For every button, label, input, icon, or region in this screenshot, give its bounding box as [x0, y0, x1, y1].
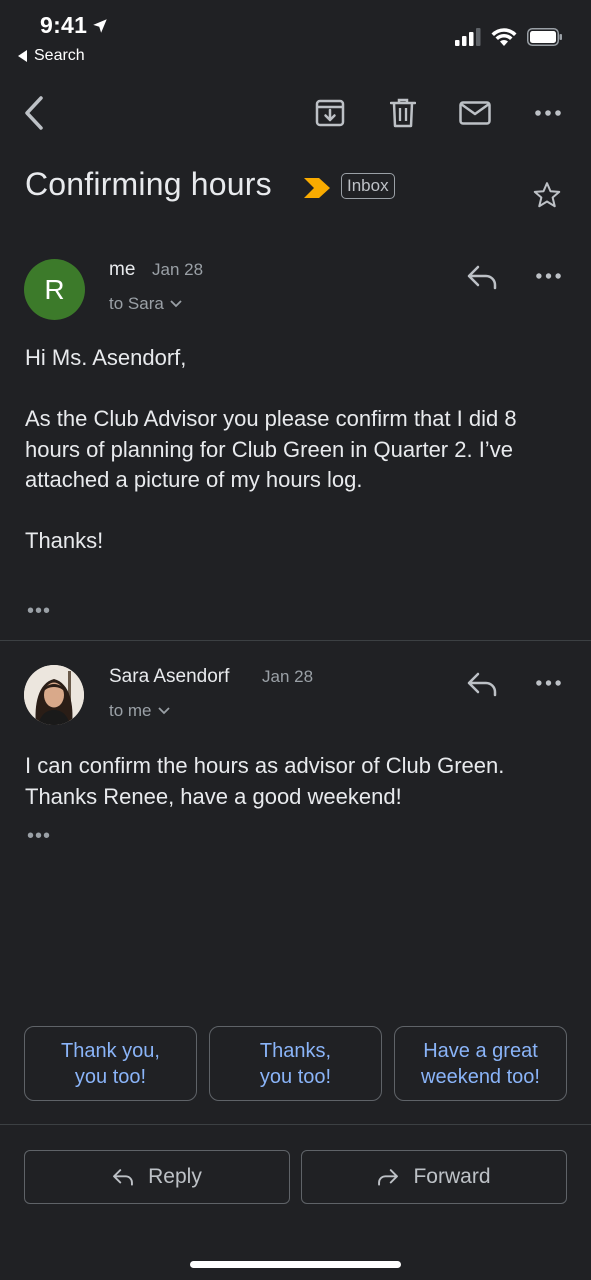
avatar[interactable]: R	[24, 259, 85, 320]
chevron-down-icon	[170, 300, 182, 308]
message-divider	[0, 640, 591, 641]
important-marker-icon[interactable]	[304, 178, 330, 198]
back-triangle-icon	[18, 50, 28, 62]
reply-icon	[112, 1168, 134, 1186]
message-body: I can confirm the hours as advisor of Cl…	[25, 753, 505, 809]
smart-reply-chip[interactable]: Thank you, you too!	[24, 1026, 197, 1101]
trash-icon[interactable]	[385, 95, 421, 131]
archive-icon[interactable]	[312, 95, 348, 131]
sender-name: me	[109, 259, 136, 280]
chevron-down-icon	[157, 707, 170, 715]
back-arrow-icon[interactable]	[16, 95, 52, 131]
more-horizontal-icon[interactable]	[530, 95, 566, 131]
message-date: Jan 28	[262, 667, 314, 686]
status-indicators	[455, 27, 563, 46]
status-bar-time: 9:41	[40, 12, 109, 39]
avatar-letter: R	[44, 273, 65, 305]
star-icon[interactable]	[532, 180, 562, 210]
message-more-icon[interactable]	[536, 680, 561, 686]
recipients-toggle[interactable]: to Sara	[109, 294, 182, 314]
wifi-icon	[491, 27, 517, 46]
email-subject: Confirming hours	[25, 166, 272, 202]
location-arrow-icon	[91, 17, 109, 35]
home-indicator[interactable]	[190, 1261, 401, 1268]
avatar[interactable]	[24, 665, 84, 725]
mail-unread-icon[interactable]	[457, 95, 493, 131]
time-text: 9:41	[40, 12, 88, 38]
back-to-app-link[interactable]: Search	[18, 47, 85, 65]
actions-divider	[0, 1124, 591, 1125]
message-date: Jan 28	[152, 260, 204, 279]
smart-reply-chip[interactable]: Thanks, you too!	[209, 1026, 382, 1101]
reply-icon[interactable]	[466, 264, 498, 290]
message-body: Hi Ms. Asendorf, As the Club Advisor you…	[25, 345, 517, 553]
reply-icon[interactable]	[466, 671, 498, 697]
forward-icon	[377, 1168, 399, 1186]
back-app-label: Search	[34, 47, 85, 64]
recipients-text: to Sara	[109, 294, 164, 313]
battery-icon	[527, 27, 563, 46]
message-more-icon[interactable]	[536, 273, 561, 279]
forward-button[interactable]: Forward	[301, 1150, 567, 1204]
recipients-toggle[interactable]: to me	[109, 701, 170, 721]
forward-label: Forward	[413, 1165, 491, 1188]
reply-label: Reply	[148, 1165, 202, 1188]
cellular-signal-icon	[455, 27, 481, 46]
show-trimmed-content-button[interactable]: •••	[27, 600, 51, 623]
reply-button[interactable]: Reply	[24, 1150, 290, 1204]
inbox-label-chip[interactable]: Inbox	[341, 173, 395, 199]
smart-reply-chip[interactable]: Have a great weekend too!	[394, 1026, 567, 1101]
show-trimmed-content-button[interactable]: •••	[27, 825, 51, 848]
recipients-text: to me	[109, 701, 152, 720]
sender-name: Sara Asendorf	[109, 666, 230, 687]
